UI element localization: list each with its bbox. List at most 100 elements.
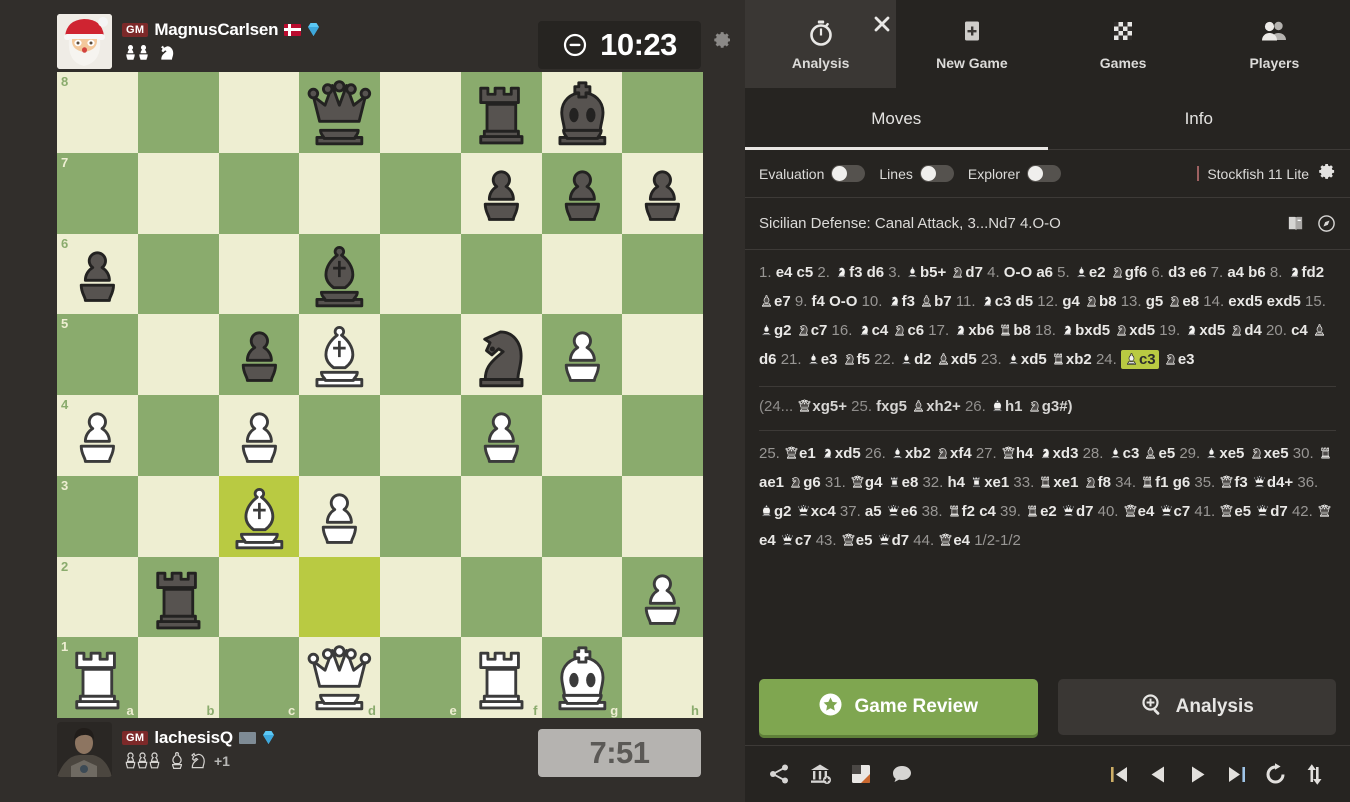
square-e3[interactable] [380,475,461,557]
square-d6[interactable] [299,233,380,315]
square-b8[interactable] [137,72,219,153]
move[interactable]: b5+ [905,264,946,281]
square-b5[interactable] [137,314,219,395]
square-a1[interactable]: 1a [57,637,138,718]
square-g7[interactable] [541,152,623,234]
move[interactable]: f3 [834,264,862,281]
opening-name-row[interactable]: Sicilian Defense: Canal Attack, 3...Nd7 … [745,198,1350,250]
control-lines[interactable]: Lines [879,165,954,182]
move-list-main-part2[interactable]: 25. e1 xd5 26. xb2 xf4 27. h4 xd3 28. c3… [759,441,1336,557]
square-a7[interactable]: 7 [57,152,138,234]
last-move-icon[interactable] [1223,761,1250,788]
move[interactable]: xb6 [953,322,994,339]
square-a3[interactable]: 3 [57,475,138,557]
piece-br[interactable] [138,557,219,638]
board-image-icon[interactable] [849,762,873,786]
move[interactable]: c7 [796,322,827,339]
chat-icon[interactable] [890,762,914,786]
move[interactable]: c4 [857,322,888,339]
square-f7[interactable] [460,152,542,234]
move[interactable]: f2 [947,503,975,520]
top-tab-new-game[interactable]: New Game [896,0,1047,88]
move[interactable]: xd3 [1038,445,1078,462]
tab-info[interactable]: Info [1048,88,1350,149]
move[interactable]: g3#) [1027,398,1073,415]
move[interactable]: xe5 [1204,445,1244,462]
square-f1[interactable]: f [460,637,542,718]
move[interactable]: e4 [1123,503,1154,520]
move[interactable]: f1 [1140,474,1169,491]
move[interactable]: e4 [938,532,970,549]
square-h5[interactable] [622,314,703,395]
piece-br[interactable] [461,72,542,153]
move[interactable]: e3 [1163,351,1195,368]
piece-wr[interactable] [57,637,138,718]
move[interactable]: xe1 [1038,474,1078,491]
square-e6[interactable] [380,233,461,315]
square-f4[interactable] [460,395,542,476]
square-f3[interactable] [460,475,542,557]
analysis-button[interactable]: Analysis [1057,679,1336,735]
piece-bp[interactable] [622,153,703,234]
move[interactable]: xc4 [796,503,836,520]
square-b7[interactable] [137,152,219,234]
move[interactable]: c3 [1108,445,1139,462]
move[interactable]: g2 [759,503,792,520]
avatar[interactable] [57,13,112,69]
move[interactable]: b8 [1084,293,1117,310]
square-e4[interactable] [380,395,461,476]
gear-icon[interactable] [712,30,732,50]
move[interactable]: d2 [899,351,932,368]
piece-wp[interactable] [219,395,300,476]
square-e1[interactable]: e [380,637,461,718]
move[interactable]: e5 [841,532,872,549]
piece-bb[interactable] [299,234,380,315]
avatar[interactable] [57,721,112,777]
move[interactable]: h4 [1001,445,1033,462]
move[interactable]: d7 [1255,503,1288,520]
move[interactable]: c4 [1291,322,1308,339]
move[interactable]: e8 [1167,293,1199,310]
square-c4[interactable] [218,395,300,476]
move[interactable]: xd5 [1184,322,1225,339]
next-move-icon[interactable] [1184,761,1211,788]
square-g2[interactable] [541,556,623,638]
gear-icon[interactable] [1317,162,1336,186]
move[interactable]: xb2 [890,445,931,462]
square-c5[interactable] [218,314,300,395]
square-b2[interactable] [137,556,219,638]
move[interactable]: fd2 [1287,264,1324,281]
move[interactable]: c3 [1120,350,1159,369]
move[interactable]: c6 [892,322,924,339]
move[interactable]: xf4 [935,445,972,462]
move[interactable]: e6 [1190,264,1207,281]
archive-add-icon[interactable] [808,762,832,786]
move[interactable]: e7 [759,293,791,310]
square-h4[interactable] [622,395,703,476]
move[interactable]: d4+ [1252,474,1293,491]
square-c6[interactable] [218,233,300,315]
previous-move-icon[interactable] [1145,761,1172,788]
move[interactable]: e4 [776,264,793,281]
username[interactable]: lachesisQ [154,728,233,748]
square-a4[interactable]: 4 [57,395,138,476]
move-list[interactable]: 1. e4 c5 2. f3 d6 3. b5+ d7 4. O-O a6 5.… [745,250,1350,665]
square-g1[interactable]: g [541,637,623,718]
piece-wp[interactable] [622,557,703,638]
move[interactable]: xe5 [1249,445,1289,462]
control-explorer[interactable]: Explorer [968,165,1061,182]
square-f6[interactable] [460,233,542,315]
move[interactable]: xg5+ [797,398,847,415]
square-b1[interactable]: b [137,637,219,718]
move[interactable]: b7 [919,293,952,310]
move[interactable]: f5 [842,351,870,368]
top-tab-players[interactable]: Players [1199,0,1350,88]
compass-icon[interactable] [1317,214,1336,233]
move[interactable]: g4 [850,474,882,491]
square-h1[interactable]: h [622,637,703,718]
square-h8[interactable] [622,72,703,153]
tab-moves[interactable]: Moves [745,88,1048,150]
square-f8[interactable] [460,72,542,153]
move[interactable]: e6 [886,503,917,520]
square-b3[interactable] [137,475,219,557]
